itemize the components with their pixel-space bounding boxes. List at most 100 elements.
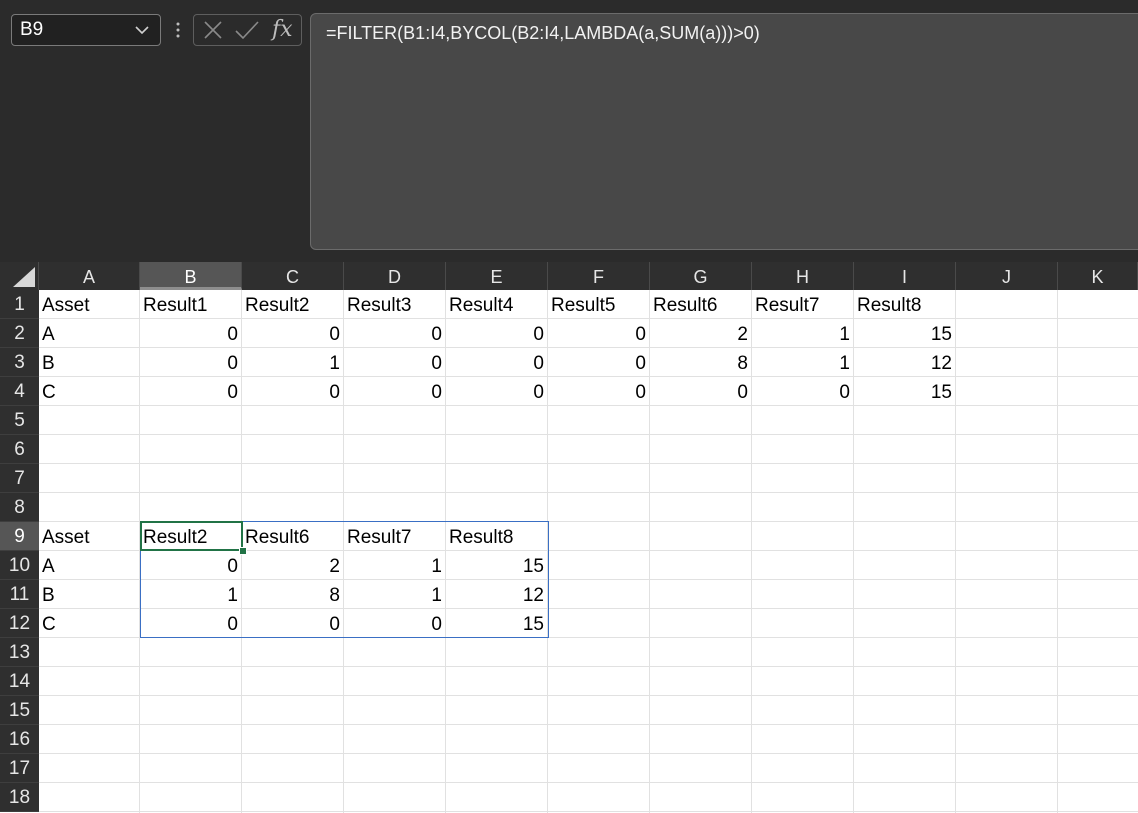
cell-f2[interactable]: 0 — [548, 319, 650, 348]
cell-d9[interactable]: Result7 — [344, 522, 446, 551]
cell-b1[interactable]: Result1 — [140, 290, 242, 319]
row-header-3[interactable]: 3 — [0, 348, 39, 377]
cell-b11[interactable]: 1 — [140, 580, 242, 609]
column-header-g[interactable]: G — [650, 262, 752, 290]
row-header-4[interactable]: 4 — [0, 377, 39, 406]
cell-d1[interactable]: Result3 — [344, 290, 446, 319]
cell-c3[interactable]: 1 — [242, 348, 344, 377]
cell-c4[interactable]: 0 — [242, 377, 344, 406]
row-header-2[interactable]: 2 — [0, 319, 39, 348]
cell-e2[interactable]: 0 — [446, 319, 548, 348]
cell-e12[interactable]: 15 — [446, 609, 548, 638]
cell-a12[interactable]: C — [39, 609, 140, 638]
column-header-a[interactable]: A — [39, 262, 140, 290]
row-header-12[interactable]: 12 — [0, 609, 39, 638]
more-options-icon[interactable] — [174, 20, 182, 40]
row-header-10[interactable]: 10 — [0, 551, 39, 580]
column-header-f[interactable]: F — [548, 262, 650, 290]
cell-b12[interactable]: 0 — [140, 609, 242, 638]
row-header-16[interactable]: 16 — [0, 725, 39, 754]
column-header-k[interactable]: K — [1058, 262, 1138, 290]
row-header-15[interactable]: 15 — [0, 696, 39, 725]
cell-i2[interactable]: 15 — [854, 319, 956, 348]
row-header-18[interactable]: 18 — [0, 783, 39, 812]
row-header-8[interactable]: 8 — [0, 493, 39, 522]
fill-handle[interactable] — [239, 547, 247, 555]
row-header-1[interactable]: 1 — [0, 290, 39, 319]
cell-c11[interactable]: 8 — [242, 580, 344, 609]
cell-g2[interactable]: 2 — [650, 319, 752, 348]
x-icon[interactable] — [202, 15, 224, 45]
row-header-13[interactable]: 13 — [0, 638, 39, 667]
cell-d12[interactable]: 0 — [344, 609, 446, 638]
gridline-horizontal — [39, 724, 1138, 725]
cell-d3[interactable]: 0 — [344, 348, 446, 377]
cell-g3[interactable]: 8 — [650, 348, 752, 377]
row-header-5[interactable]: 5 — [0, 406, 39, 435]
cell-f1[interactable]: Result5 — [548, 290, 650, 319]
cell-a1[interactable]: Asset — [39, 290, 140, 319]
name-box[interactable]: B9 — [11, 14, 161, 46]
column-header-d[interactable]: D — [344, 262, 446, 290]
cell-i1[interactable]: Result8 — [854, 290, 956, 319]
gridline-horizontal — [39, 666, 1138, 667]
column-header-b[interactable]: B — [140, 262, 242, 290]
cell-b3[interactable]: 0 — [140, 348, 242, 377]
cell-d4[interactable]: 0 — [344, 377, 446, 406]
select-all-button[interactable] — [0, 262, 39, 290]
cell-b2[interactable]: 0 — [140, 319, 242, 348]
cell-e9[interactable]: Result8 — [446, 522, 548, 551]
cell-f4[interactable]: 0 — [548, 377, 650, 406]
cell-c10[interactable]: 2 — [242, 551, 344, 580]
worksheet-grid[interactable]: A B C D E F G H I J K 1 2 3 4 5 6 7 8 9 10 11 12 13 14 15 16 17 18 As… — [0, 262, 1138, 813]
cell-e1[interactable]: Result4 — [446, 290, 548, 319]
cell-e10[interactable]: 15 — [446, 551, 548, 580]
cell-b4[interactable]: 0 — [140, 377, 242, 406]
row-header-11[interactable]: 11 — [0, 580, 39, 609]
cell-f3[interactable]: 0 — [548, 348, 650, 377]
gridline-horizontal — [39, 434, 1138, 435]
cell-a10[interactable]: A — [39, 551, 140, 580]
cell-a3[interactable]: B — [39, 348, 140, 377]
cell-g1[interactable]: Result6 — [650, 290, 752, 319]
cell-a9[interactable]: Asset — [39, 522, 140, 551]
cell-a11[interactable]: B — [39, 580, 140, 609]
cell-h2[interactable]: 1 — [752, 319, 854, 348]
gridline-horizontal — [39, 753, 1138, 754]
cell-h4[interactable]: 0 — [752, 377, 854, 406]
cell-c1[interactable]: Result2 — [242, 290, 344, 319]
cell-b9[interactable]: Result2 — [140, 522, 242, 551]
column-header-c[interactable]: C — [242, 262, 344, 290]
gridline-horizontal — [39, 695, 1138, 696]
cell-e4[interactable]: 0 — [446, 377, 548, 406]
cell-i4[interactable]: 15 — [854, 377, 956, 406]
cell-a4[interactable]: C — [39, 377, 140, 406]
cell-e11[interactable]: 12 — [446, 580, 548, 609]
column-header-e[interactable]: E — [446, 262, 548, 290]
cell-d11[interactable]: 1 — [344, 580, 446, 609]
row-header-17[interactable]: 17 — [0, 754, 39, 783]
cell-g4[interactable]: 0 — [650, 377, 752, 406]
cell-e3[interactable]: 0 — [446, 348, 548, 377]
chevron-down-icon[interactable] — [134, 15, 150, 45]
formula-input[interactable]: =FILTER(B1:I4,BYCOL(B2:I4,LAMBDA(a,SUM(a… — [310, 13, 1138, 250]
cell-c9[interactable]: Result6 — [242, 522, 344, 551]
cell-i3[interactable]: 12 — [854, 348, 956, 377]
cell-h3[interactable]: 1 — [752, 348, 854, 377]
column-header-i[interactable]: I — [854, 262, 956, 290]
cell-a2[interactable]: A — [39, 319, 140, 348]
cell-c12[interactable]: 0 — [242, 609, 344, 638]
column-header-j[interactable]: J — [956, 262, 1058, 290]
cell-d10[interactable]: 1 — [344, 551, 446, 580]
cell-b10[interactable]: 0 — [140, 551, 242, 580]
row-header-9[interactable]: 9 — [0, 522, 39, 551]
cell-h1[interactable]: Result7 — [752, 290, 854, 319]
row-header-14[interactable]: 14 — [0, 667, 39, 696]
cell-d2[interactable]: 0 — [344, 319, 446, 348]
row-header-7[interactable]: 7 — [0, 464, 39, 493]
insert-function-icon[interactable]: fx — [272, 15, 298, 45]
column-header-h[interactable]: H — [752, 262, 854, 290]
row-header-6[interactable]: 6 — [0, 435, 39, 464]
checkmark-icon[interactable] — [234, 15, 260, 45]
cell-c2[interactable]: 0 — [242, 319, 344, 348]
